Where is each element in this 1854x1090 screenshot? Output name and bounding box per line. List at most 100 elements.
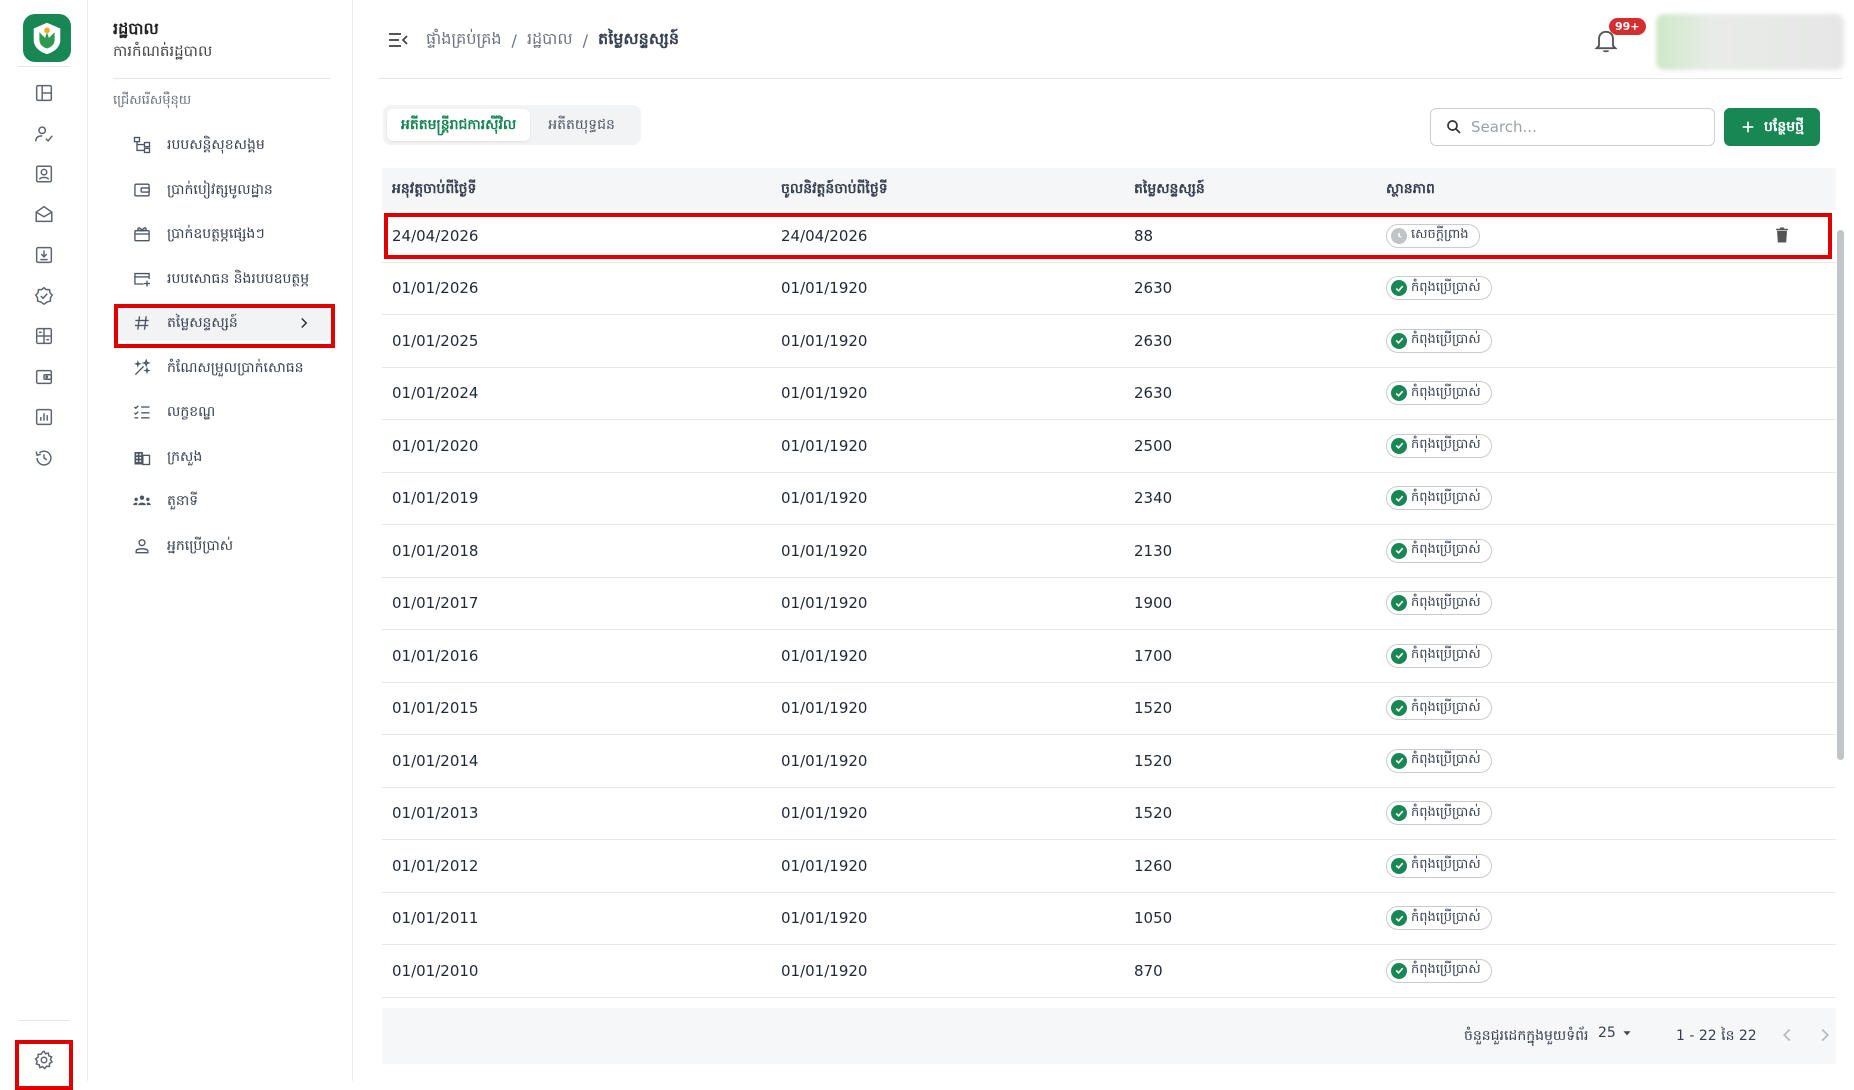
table-row[interactable]: 01/01/2011 01/01/1920 1050 កំពុងប្រើប្រាស់ bbox=[382, 893, 1836, 945]
menu-item-social-security[interactable]: របបសន្តិសុខសង្គម bbox=[113, 127, 331, 163]
status-badge: កំពុងប្រើប្រាស់ bbox=[1386, 748, 1492, 773]
settings-menu: រដ្ឋបាល ការកំណត់រដ្ឋបាល ជ្រើសរើសម៉ឺនុយ រ… bbox=[89, 0, 353, 1081]
table-row[interactable]: 01/01/2019 01/01/1920 2340 កំពុងប្រើប្រាស់ bbox=[382, 473, 1836, 525]
check-circle-icon bbox=[1391, 962, 1407, 979]
scrollbar-thumb[interactable] bbox=[1837, 230, 1844, 760]
cell-retirement-date: 24/04/2026 bbox=[781, 226, 868, 245]
column-index-value[interactable]: តម្លៃសន្ទស្សន៍ bbox=[1134, 179, 1205, 200]
cell-retirement-date: 01/01/1920 bbox=[781, 804, 868, 823]
sparkle-icon bbox=[131, 357, 153, 379]
table-row[interactable]: 01/01/2017 01/01/1920 1900 កំពុងប្រើប្រាស់ bbox=[382, 578, 1836, 630]
icon-rail bbox=[0, 0, 88, 1090]
table-row[interactable]: 01/01/2015 01/01/1920 1520 កំពុងប្រើប្រាស់ bbox=[382, 683, 1836, 735]
status-label: កំពុងប្រើប្រាស់ bbox=[1411, 647, 1481, 663]
status-badge: កំពុងប្រើប្រាស់ bbox=[1386, 538, 1492, 563]
pagination-range: 1 - 22 នៃ 22 bbox=[1676, 1028, 1757, 1044]
table-row[interactable]: 01/01/2014 01/01/1920 1520 កំពុងប្រើប្រាស់ bbox=[382, 735, 1836, 788]
table-row[interactable]: 01/01/2020 01/01/1920 2500 កំពុងប្រើប្រាស់ bbox=[382, 420, 1836, 473]
checklist-icon bbox=[131, 401, 153, 423]
notification-badge: 99+ bbox=[1609, 18, 1646, 35]
calculator-icon[interactable] bbox=[30, 322, 58, 350]
status-label: កំពុងប្រើប្រាស់ bbox=[1411, 909, 1481, 925]
cell-effective-date: 01/01/2017 bbox=[392, 594, 479, 613]
table-row[interactable]: 01/01/2010 01/01/1920 870 កំពុងប្រើប្រាស់ bbox=[382, 945, 1836, 998]
verified-badge-icon[interactable] bbox=[30, 282, 58, 310]
cell-effective-date: 01/01/2025 bbox=[392, 331, 479, 350]
status-label: កំពុងប្រើប្រាស់ bbox=[1411, 279, 1481, 295]
next-page-icon[interactable] bbox=[1814, 1024, 1836, 1046]
dashboard-icon[interactable] bbox=[30, 79, 58, 107]
menu-divider bbox=[113, 78, 330, 79]
menu-item-pension-schemes[interactable]: របបសោធន និងរបបឧបត្ថម្ភ bbox=[113, 261, 331, 297]
rail-divider bbox=[18, 66, 70, 67]
table-row[interactable]: 01/01/2012 01/01/1920 1260 កំពុងប្រើប្រាស់ bbox=[382, 840, 1836, 893]
breadcrumb-admin[interactable]: រដ្ឋបាល bbox=[527, 28, 573, 52]
cell-retirement-date: 01/01/1920 bbox=[781, 436, 868, 455]
table-row[interactable]: 24/04/2026 24/04/2026 88 សេចក្តីព្រាង bbox=[382, 210, 1836, 263]
breadcrumb-current: តម្លៃសន្ទស្សន៍ bbox=[598, 29, 679, 48]
cell-index-value: 1900 bbox=[1134, 594, 1173, 613]
collapse-menu-icon[interactable] bbox=[386, 28, 410, 52]
gift-icon bbox=[131, 223, 153, 245]
chevron-right-icon bbox=[301, 317, 308, 329]
cell-index-value: 1260 bbox=[1134, 856, 1173, 875]
mail-open-icon[interactable] bbox=[30, 200, 58, 228]
table-row[interactable]: 01/01/2024 01/01/1920 2630 កំពុងប្រើប្រាស់ bbox=[382, 368, 1836, 420]
menu-item-label: លក្ខខណ្ឌ bbox=[167, 403, 216, 420]
cell-effective-date: 24/04/2026 bbox=[392, 226, 479, 245]
profile-card-icon[interactable] bbox=[30, 160, 58, 188]
menu-item-roles[interactable]: តួនាទី bbox=[113, 483, 331, 519]
menu-item-index-value[interactable]: តម្លៃសន្ទស្សន៍ bbox=[113, 305, 331, 341]
app-logo[interactable] bbox=[23, 14, 71, 62]
menu-item-base-salary[interactable]: ប្រាក់បៀវត្សមូលដ្ឋាន bbox=[113, 172, 331, 208]
table-row[interactable]: 01/01/2013 01/01/1920 1520 កំពុងប្រើប្រាស់ bbox=[382, 788, 1836, 840]
status-label: កំពុងប្រើប្រាស់ bbox=[1411, 542, 1481, 558]
status-label: កំពុងប្រើប្រាស់ bbox=[1411, 594, 1481, 610]
status-badge: កំពុងប្រើប្រាស់ bbox=[1386, 591, 1492, 616]
table-row[interactable]: 01/01/2018 01/01/1920 2130 កំពុងប្រើប្រាស់ bbox=[382, 525, 1836, 578]
add-new-label: បន្ថែមថ្មី bbox=[1764, 118, 1804, 135]
cell-effective-date: 01/01/2020 bbox=[392, 436, 479, 455]
history-icon[interactable] bbox=[30, 444, 58, 472]
column-retirement-date[interactable]: ចូលនិវត្តន៍ចាប់ពីថ្ងៃទី bbox=[781, 179, 888, 200]
menu-item-users[interactable]: អ្នកប្រើប្រាស់ bbox=[113, 528, 331, 564]
rail-divider bbox=[18, 1020, 70, 1021]
delete-trash-icon[interactable] bbox=[1772, 225, 1792, 245]
table-row[interactable]: 01/01/2025 01/01/1920 2630 កំពុងប្រើប្រាស់ bbox=[382, 315, 1836, 368]
table-row[interactable]: 01/01/2026 01/01/1920 2630 កំពុងប្រើប្រាស់ bbox=[382, 263, 1836, 315]
wallet-icon bbox=[131, 179, 153, 201]
rows-per-page-select[interactable]: 25 bbox=[1598, 1025, 1634, 1041]
tab-veterans[interactable]: អតីតយុទ្ធជន bbox=[534, 109, 629, 141]
download-box-icon[interactable] bbox=[30, 241, 58, 269]
table-scrollbar[interactable] bbox=[1837, 210, 1845, 1010]
user-profile[interactable] bbox=[1656, 14, 1844, 70]
menu-item-conditions[interactable]: លក្ខខណ្ឌ bbox=[113, 394, 331, 430]
rows-per-page-label: ចំនួនជួរដេកក្នុងមួយទំព័រ bbox=[1464, 1028, 1589, 1044]
status-badge: សេចក្តីព្រាង bbox=[1386, 223, 1480, 248]
index-value-table: អនុវត្តចាប់ពីថ្ងៃទី ចូលនិវត្តន៍ចាប់ពីថ្ង… bbox=[382, 168, 1836, 998]
column-status[interactable]: ស្ថានភាព bbox=[1386, 179, 1435, 200]
menu-subtitle: ការកំណត់រដ្ឋបាល bbox=[113, 42, 213, 60]
bar-chart-icon[interactable] bbox=[30, 403, 58, 431]
menu-item-pension-adjustment[interactable]: កំណែសម្រួលប្រាក់សោធន bbox=[113, 350, 331, 386]
wallet-icon[interactable] bbox=[30, 363, 58, 391]
pagination-bar: ចំនួនជួរដេកក្នុងមួយទំព័រ 25 1 - 22 នៃ 22 bbox=[382, 1008, 1836, 1064]
tab-civil-servants[interactable]: អតីតមន្ត្រីរាជការស៊ីវិល bbox=[387, 109, 531, 141]
column-effective-date[interactable]: អនុវត្តចាប់ពីថ្ងៃទី bbox=[392, 179, 476, 200]
check-circle-icon bbox=[1391, 857, 1407, 874]
menu-item-ministries[interactable]: ក្រសួង bbox=[113, 439, 331, 475]
cell-index-value: 1520 bbox=[1134, 699, 1173, 718]
add-new-button[interactable]: បន្ថែមថ្មី bbox=[1724, 108, 1820, 146]
cell-index-value: 2130 bbox=[1134, 541, 1173, 560]
search-input[interactable] bbox=[1471, 118, 1711, 136]
table-body: 24/04/2026 24/04/2026 88 សេចក្តីព្រាង 01/01/… bbox=[382, 210, 1836, 998]
menu-item-label: របបសន្តិសុខសង្គម bbox=[167, 136, 265, 153]
user-check-icon[interactable] bbox=[30, 120, 58, 148]
settings-gear-icon[interactable] bbox=[30, 1046, 58, 1074]
prev-page-icon[interactable] bbox=[1776, 1024, 1798, 1046]
breadcrumb-dashboard[interactable]: ផ្ទាំងគ្រប់គ្រង bbox=[426, 28, 502, 52]
building-icon bbox=[131, 446, 153, 468]
table-row[interactable]: 01/01/2016 01/01/1920 1700 កំពុងប្រើប្រាស់ bbox=[382, 630, 1836, 683]
status-badge: កំពុងប្រើប្រាស់ bbox=[1386, 801, 1492, 826]
menu-item-allowances[interactable]: ប្រាក់ឧបត្ថម្ភផ្សេងៗ bbox=[113, 216, 331, 252]
